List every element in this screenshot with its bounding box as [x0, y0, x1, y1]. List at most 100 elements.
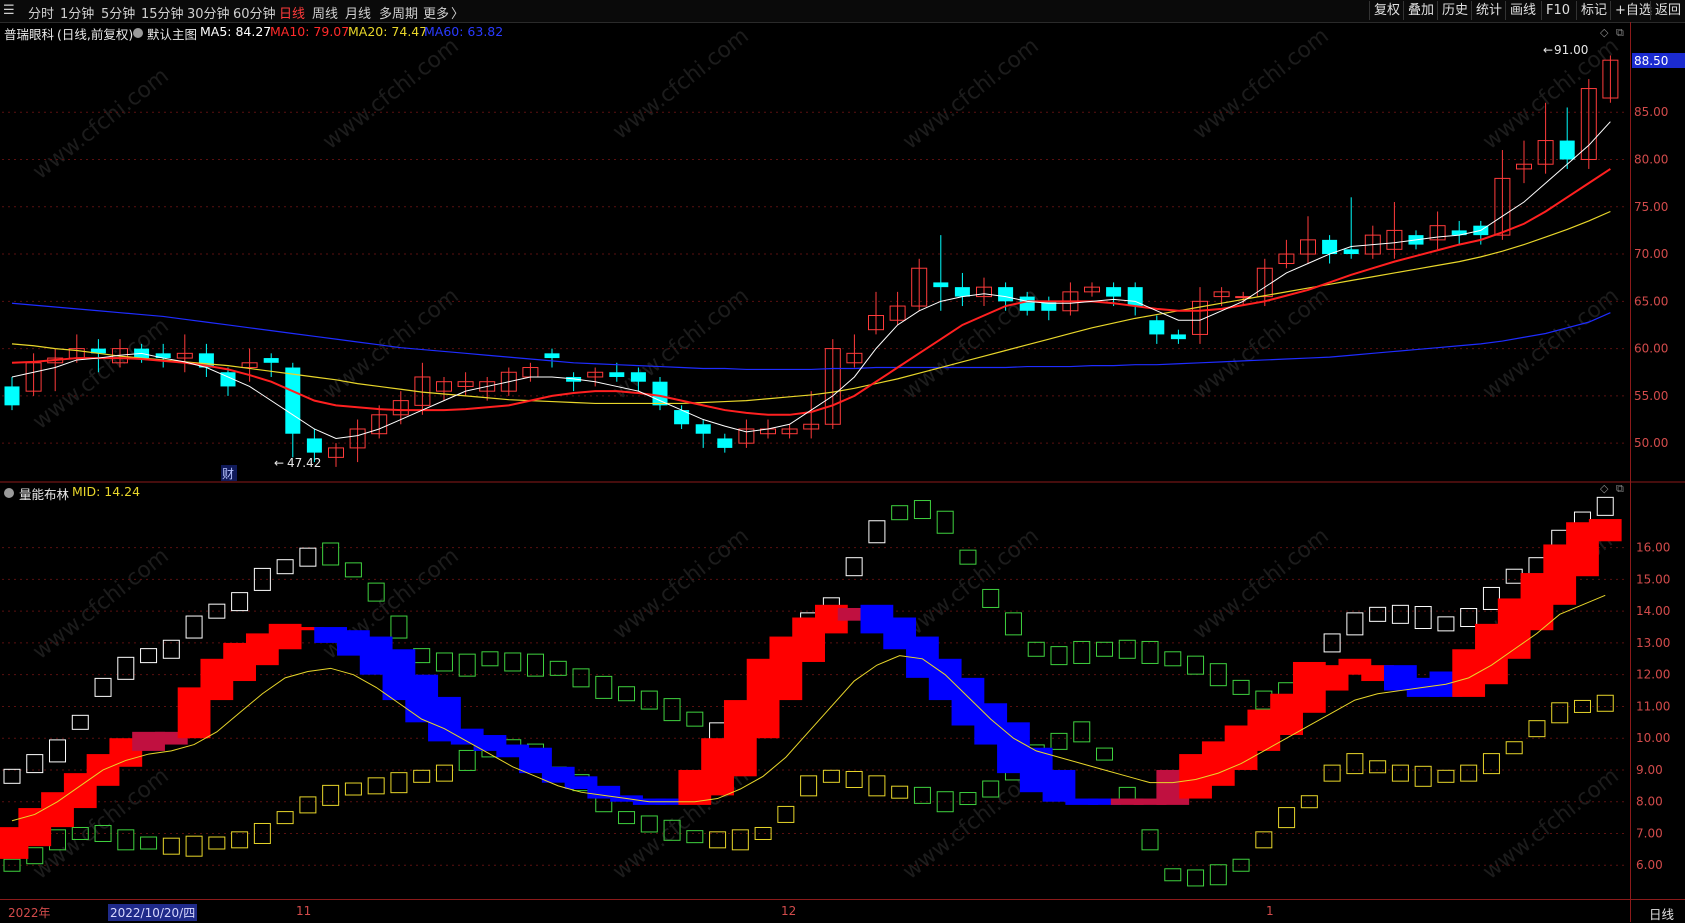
volume-block: [678, 769, 712, 805]
template-name[interactable]: 默认主图: [147, 24, 197, 43]
period-tab-month[interactable]: 月线: [345, 3, 371, 22]
candle-body-down: [1451, 230, 1467, 236]
lower-band-box: [253, 822, 271, 844]
tool-history-button[interactable]: 历史: [1437, 1, 1472, 20]
watermark-text: www.cfchi.com: [28, 313, 173, 434]
watermark-text: www.cfchi.com: [1478, 33, 1623, 154]
candle-body-up: [241, 362, 258, 369]
volume-block: [1088, 798, 1121, 805]
sub-diamond-icon[interactable]: ◇: [1600, 482, 1609, 495]
lower-band-box: [1164, 868, 1182, 882]
lower-band-box: [595, 791, 613, 813]
top-toolbar: ☰ 分时 1分钟 5分钟 15分钟 30分钟 60分钟 日线 周线 月线 多周期…: [0, 0, 1685, 23]
tool-back-button[interactable]: 返回: [1650, 1, 1685, 20]
volume-block: [951, 677, 985, 726]
period-tab-fenshi[interactable]: 分时: [28, 3, 54, 22]
upper-band-box: [1232, 679, 1250, 695]
tool-overlay-button[interactable]: 叠加: [1403, 1, 1438, 20]
lower-band-box: [71, 826, 89, 840]
lower-band-box: [754, 826, 772, 840]
candle-body-up: [436, 381, 452, 392]
lower-band-box: [640, 815, 658, 833]
sub-panel-toggle-icon[interactable]: ⧉: [1616, 482, 1624, 495]
candle-body-down: [4, 386, 20, 406]
tool-stats-button[interactable]: 统计: [1471, 1, 1506, 20]
candle-body-down: [544, 353, 560, 359]
candle-body-up: [1386, 229, 1403, 250]
period-tab-5min[interactable]: 5分钟: [101, 3, 135, 22]
volume-block: [655, 798, 689, 805]
candle-body-up: [803, 423, 820, 430]
volume-block: [1429, 671, 1463, 697]
volume-block: [883, 617, 917, 650]
upper-band-box: [1551, 529, 1569, 553]
volume-block: [974, 703, 1008, 745]
volume-block: [1566, 522, 1599, 577]
year-label: 2022年: [8, 906, 51, 920]
candle-body-up: [1062, 291, 1079, 312]
upper-band-box: [1050, 646, 1068, 666]
period-menu-icon[interactable]: ☰: [3, 3, 15, 18]
volume-block: [154, 731, 188, 745]
period-tab-day[interactable]: 日线: [279, 3, 305, 22]
tool-mark-button[interactable]: 标记: [1576, 1, 1611, 20]
period-note: (日线,前复权): [57, 27, 134, 42]
candle-body-down: [695, 424, 711, 434]
volume-block: [564, 776, 598, 790]
lower-band-box: [504, 739, 522, 757]
upper-band-box: [1460, 608, 1478, 628]
volume-block: [428, 696, 461, 742]
candle-body-down: [933, 282, 949, 288]
lower-band-box: [526, 743, 544, 765]
upper-band-box: [1346, 612, 1364, 636]
period-tab-15min[interactable]: 15分钟: [141, 3, 184, 22]
upper-band-box: [982, 588, 1000, 608]
period-tab-multi[interactable]: 多周期: [379, 3, 418, 22]
stock-name[interactable]: 普瑞眼科: [4, 24, 54, 43]
upper-band-box: [1573, 511, 1591, 527]
lower-band-box: [982, 780, 1000, 798]
more-chevron-icon[interactable]: 〉: [451, 3, 464, 22]
upper-band-box: [1187, 655, 1205, 675]
tool-draw-button[interactable]: 画线: [1505, 1, 1540, 20]
candle-body-down: [155, 353, 171, 359]
candle-body-down: [717, 438, 733, 448]
lower-band-box: [891, 785, 909, 799]
volume-block: [1520, 573, 1554, 631]
upper-band-box: [1209, 663, 1227, 687]
finance-event-marker[interactable]: 财: [222, 467, 234, 481]
candle-body-up: [1300, 239, 1316, 255]
candle-body-down: [1106, 287, 1122, 297]
candle-body-down: [285, 367, 301, 434]
period-tab-60min[interactable]: 60分钟: [233, 3, 276, 22]
period-tab-more[interactable]: 更多: [423, 3, 449, 22]
upper-band-box: [868, 520, 886, 544]
finance-event-marker-bg: [221, 465, 237, 481]
upper-band-box: [845, 557, 863, 577]
lower-band-box: [1460, 764, 1478, 782]
candle-body-up: [68, 348, 85, 359]
candle-body-down: [1473, 225, 1489, 236]
period-tab-30min[interactable]: 30分钟: [187, 3, 230, 22]
tool-f10-button[interactable]: F10: [1541, 1, 1574, 20]
lower-band-box: [231, 831, 249, 849]
candle-body-up: [328, 447, 344, 458]
lower-band-box: [1323, 764, 1341, 782]
tool-fuquan-button[interactable]: 复权: [1369, 1, 1404, 20]
volume-block: [746, 658, 780, 739]
price-axis: [1630, 22, 1685, 899]
low-arrow-icon: ←: [274, 456, 284, 470]
upper-band-box: [526, 653, 544, 677]
watermark-text: www.cfchi.com: [898, 523, 1043, 644]
volume-block: [1019, 747, 1053, 793]
upper-band-box: [344, 562, 362, 578]
upper-band-box: [185, 615, 203, 639]
volume-block: [1156, 769, 1190, 805]
upper-band-box: [1437, 616, 1455, 632]
upper-band-box: [1482, 586, 1500, 610]
candle-body-up: [824, 348, 841, 425]
period-tab-week[interactable]: 周线: [312, 3, 338, 22]
indicator-name[interactable]: 量能布林: [19, 484, 69, 503]
upper-band-box: [618, 686, 636, 702]
period-tab-1min[interactable]: 1分钟: [60, 3, 94, 22]
